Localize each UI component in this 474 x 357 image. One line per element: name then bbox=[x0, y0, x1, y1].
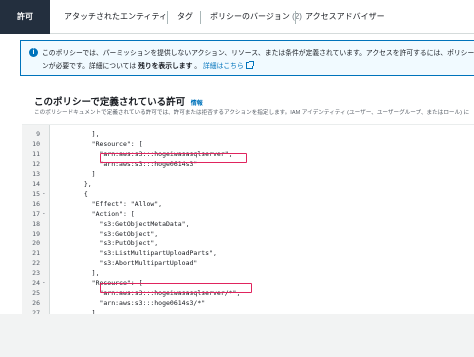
section-title: このポリシーで定義されている許可 情報 bbox=[34, 94, 203, 108]
line-number: 24 bbox=[32, 279, 40, 288]
code-line: "s3:ListMultipartUploadParts", bbox=[76, 249, 217, 258]
tab-divider bbox=[200, 11, 201, 24]
fold-toggle-icon[interactable]: - bbox=[42, 210, 46, 217]
tab-bar: 許可 アタッチされたエンティティ タグ ポリシーのバージョン (2) アクセスア… bbox=[0, 0, 474, 34]
section-description: このポリシードキュメントで定義されている許可では、許可または拒否するアクションを… bbox=[34, 110, 470, 116]
policy-json-editor[interactable]: 9 ], 10 "Resource": [11 "arn:aws:s3:::hog… bbox=[22, 124, 474, 327]
line-number: 22 bbox=[32, 259, 40, 268]
line-number: 15 bbox=[32, 189, 40, 198]
tab-tags[interactable]: タグ bbox=[177, 0, 193, 34]
code-line: "s3:GetObject", bbox=[76, 229, 159, 238]
code-line: "s3:AbortMultipartUpload" bbox=[76, 259, 198, 268]
section-title-text: このポリシーで定義されている許可 bbox=[34, 97, 186, 108]
code-line: "s3:PutObject", bbox=[76, 239, 159, 248]
info-message-prefix: ンが必要です。詳細については bbox=[42, 63, 137, 70]
line-number: 26 bbox=[32, 299, 40, 308]
learn-more-link[interactable]: 詳細はこちら bbox=[202, 61, 254, 70]
info-message-line1: このポリシーでは、パーミッションを提供しないアクション、リソース、または条件が定… bbox=[42, 50, 474, 57]
section-info-link[interactable]: 情報 bbox=[191, 101, 203, 107]
tab-attached-entities[interactable]: アタッチされたエンティティ bbox=[64, 0, 167, 34]
line-number: 13 bbox=[32, 169, 40, 178]
bottom-area bbox=[0, 314, 474, 357]
tab-attached-entities-label: アタッチされたエンティティ bbox=[64, 12, 168, 21]
line-number: 9 bbox=[36, 130, 40, 138]
tab-access-advisor[interactable]: アクセスアドバイザー bbox=[305, 0, 385, 34]
code-line: "Effect": "Allow", bbox=[76, 199, 163, 208]
line-number: 19 bbox=[32, 229, 40, 238]
tab-policy-versions-count: (2) bbox=[292, 12, 302, 21]
code-line: }, bbox=[76, 179, 92, 188]
highlight-box-line-12 bbox=[100, 153, 247, 163]
line-number: 14 bbox=[32, 179, 40, 188]
code-line: { bbox=[76, 189, 88, 198]
line-number: 18 bbox=[32, 219, 40, 228]
line-number: 10 bbox=[32, 139, 40, 148]
info-icon: i bbox=[29, 48, 38, 57]
external-link-icon bbox=[245, 61, 254, 69]
info-message-bold: 残りを表示します bbox=[138, 63, 193, 70]
line-number: 23 bbox=[32, 269, 40, 278]
tab-divider bbox=[295, 11, 296, 24]
fold-toggle-icon[interactable]: - bbox=[42, 279, 46, 286]
line-number: 12 bbox=[32, 159, 40, 168]
tab-permissions[interactable]: 許可 bbox=[0, 0, 50, 34]
tab-access-advisor-label: アクセスアドバイザー bbox=[305, 12, 385, 21]
info-message-suffix: 。 bbox=[194, 63, 202, 70]
learn-more-label: 詳細はこちら bbox=[202, 63, 244, 70]
highlight-box-line-26 bbox=[100, 283, 252, 293]
code-line: ], bbox=[76, 269, 100, 278]
code-line: ], bbox=[76, 130, 100, 138]
line-number: 21 bbox=[32, 249, 40, 258]
tab-divider bbox=[167, 11, 168, 24]
line-number: 17 bbox=[32, 209, 40, 218]
tab-policy-versions[interactable]: ポリシーのバージョン (2) bbox=[210, 0, 302, 34]
code-line: ] bbox=[76, 169, 96, 178]
info-alert: i このポリシーでは、パーミッションを提供しないアクション、リソース、または条件… bbox=[20, 40, 474, 76]
code-line: "arn:aws:s3:::hoge0614s3/*" bbox=[76, 299, 206, 308]
code-line: "Resource": [ bbox=[76, 139, 143, 148]
line-number: 16 bbox=[32, 199, 40, 208]
code-line: "Action": [ bbox=[76, 209, 135, 218]
tab-policy-versions-label: ポリシーのバージョン bbox=[210, 12, 290, 21]
tab-tags-label: タグ bbox=[177, 12, 193, 21]
line-number: 11 bbox=[32, 149, 40, 158]
tab-permissions-label: 許可 bbox=[17, 12, 33, 21]
line-number: 25 bbox=[32, 289, 40, 298]
line-number: 20 bbox=[32, 239, 40, 248]
info-message-line2: ンが必要です。詳細については 残りを表示します 。 詳細はこちら bbox=[42, 60, 254, 70]
fold-toggle-icon[interactable]: - bbox=[42, 190, 46, 197]
code-line: "s3:GetObjectMetaData", bbox=[76, 219, 190, 228]
